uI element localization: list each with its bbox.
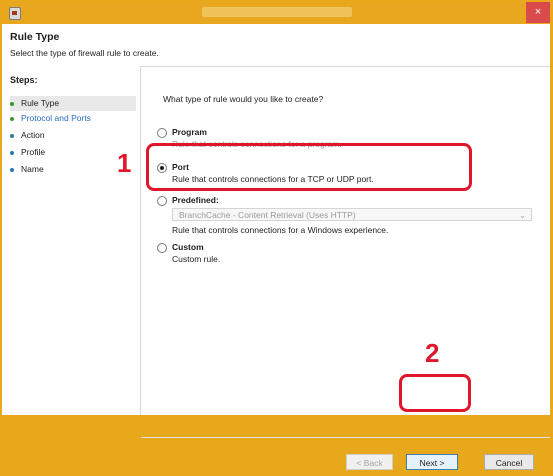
predefined-dropdown[interactable]: BranchCache - Content Retrieval (Uses HT… bbox=[172, 208, 532, 221]
program-label: Program bbox=[172, 127, 207, 137]
wizard-header: Rule Type Select the type of firewall ru… bbox=[2, 24, 550, 67]
firewall-app-icon bbox=[9, 7, 21, 20]
next-button[interactable]: Next > bbox=[406, 454, 458, 470]
step-protocol-and-ports[interactable]: Protocol and Ports bbox=[10, 111, 136, 126]
chevron-down-icon: ⌄ bbox=[519, 211, 526, 220]
page-title: Rule Type bbox=[10, 31, 60, 43]
step-label: Profile bbox=[21, 147, 46, 157]
step-marker-1: 1 bbox=[117, 148, 132, 178]
step-label: Name bbox=[21, 164, 44, 174]
custom-label: Custom bbox=[172, 242, 204, 252]
port-option-highlight bbox=[146, 143, 472, 191]
predefined-label: Predefined: bbox=[172, 195, 219, 205]
back-button[interactable]: < Back bbox=[346, 454, 393, 470]
close-button[interactable]: × bbox=[526, 2, 550, 23]
step-rule-type[interactable]: Rule Type bbox=[10, 96, 136, 111]
page-subtitle: Select the type of firewall rule to crea… bbox=[10, 48, 159, 58]
predefined-dropdown-value: BranchCache - Content Retrieval (Uses HT… bbox=[179, 210, 356, 220]
step-bullet-icon bbox=[10, 101, 14, 106]
custom-description: Custom rule. bbox=[172, 254, 221, 264]
cancel-button[interactable]: Cancel bbox=[484, 454, 534, 470]
wizard-window: × Rule Type Select the type of firewall … bbox=[2, 2, 550, 470]
window-title bbox=[202, 7, 352, 17]
step-bullet-icon bbox=[10, 167, 14, 172]
title-bar: × bbox=[2, 2, 550, 24]
step-label: Action bbox=[21, 130, 45, 140]
step-label: Protocol and Ports bbox=[21, 113, 91, 123]
step-bullet-icon bbox=[10, 150, 14, 155]
next-button-highlight bbox=[399, 374, 471, 412]
step-action[interactable]: Action bbox=[10, 128, 136, 143]
step-bullet-icon bbox=[10, 133, 14, 138]
program-radio[interactable] bbox=[157, 128, 167, 138]
predefined-description: Rule that controls connections for a Win… bbox=[172, 225, 389, 235]
steps-panel: Steps: Rule Type Protocol and Ports Acti… bbox=[2, 66, 141, 415]
rule-type-question: What type of rule would you like to crea… bbox=[163, 94, 324, 104]
step-bullet-icon bbox=[10, 116, 14, 121]
steps-title: Steps: bbox=[10, 75, 38, 85]
step-label: Rule Type bbox=[21, 98, 60, 108]
main-content: What type of rule would you like to crea… bbox=[141, 66, 550, 470]
step-marker-2: 2 bbox=[425, 338, 440, 368]
custom-radio[interactable] bbox=[157, 243, 167, 253]
predefined-radio[interactable] bbox=[157, 196, 167, 206]
button-bar: < Back Next > Cancel bbox=[141, 437, 550, 476]
